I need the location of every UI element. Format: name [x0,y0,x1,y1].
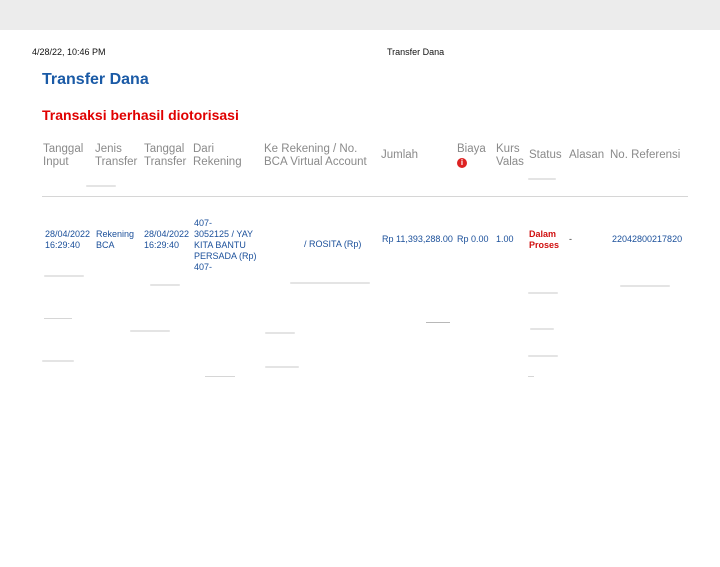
cell-kurs: 1.00 [496,234,514,244]
faded-mark [130,330,170,332]
cell-tanggal-input: 28/04/2022 16:29:40 [45,229,91,250]
faded-mark [290,282,370,284]
header-tanggal-transfer: Tanggal Transfer [144,143,187,168]
cell-jumlah: Rp 11,393,288.00 [382,234,453,244]
faded-mark [44,275,84,277]
faded-mark [620,285,670,287]
cell-ke-rekening: / ROSITA (Rp) [304,239,362,249]
cell-alasan: - [569,234,572,244]
header-kurs-valas: Kurs Valas [496,143,524,168]
header-no-referensi: No. Referensi [610,149,681,161]
faded-mark [528,376,534,377]
faded-mark [426,322,450,323]
header-ke-rekening: Ke Rekening / No. BCA Virtual Account [264,143,367,168]
faded-mark [44,318,72,319]
header-alasan: Alasan [569,149,605,161]
cell-biaya: Rp 0.00 [457,234,489,244]
cell-no-referensi: 22042800217820 [612,234,683,244]
faded-mark [42,360,74,362]
header-tanggal-input: Tanggal Input [43,143,84,168]
page-title: Transfer Dana [42,71,149,88]
cell-dari-rekening: 407- 3052125 / YAY KITA BANTU PERSADA (R… [194,218,257,272]
faded-mark [205,376,235,377]
faded-mark [265,366,299,368]
header-jenis-transfer: Jenis Transfer [95,143,138,168]
document-page: 4/28/22, 10:46 PM Transfer Dana Transfer… [0,30,720,567]
cell-status: Dalam Proses [529,229,560,250]
header-status: Status [529,149,562,161]
header-dari-rekening: Dari Rekening [193,143,242,168]
faded-mark [528,178,556,180]
faded-mark [86,185,116,187]
faded-mark [528,292,558,294]
cell-tanggal-transfer: 28/04/2022 16:29:40 [144,229,190,250]
success-message: Transaksi berhasil diotorisasi [42,107,239,123]
cell-jenis-transfer: Rekening BCA [96,229,135,250]
faded-mark [265,332,295,334]
faded-mark [530,328,554,330]
header-biaya: Biaya i [457,143,486,168]
print-page-title: Transfer Dana [387,47,445,57]
print-datetime: 4/28/22, 10:46 PM [32,47,106,57]
header-jumlah: Jumlah [381,149,419,161]
row-divider [42,196,688,197]
faded-mark [150,284,180,286]
info-icon[interactable]: i [457,158,467,168]
faded-mark [528,355,558,357]
